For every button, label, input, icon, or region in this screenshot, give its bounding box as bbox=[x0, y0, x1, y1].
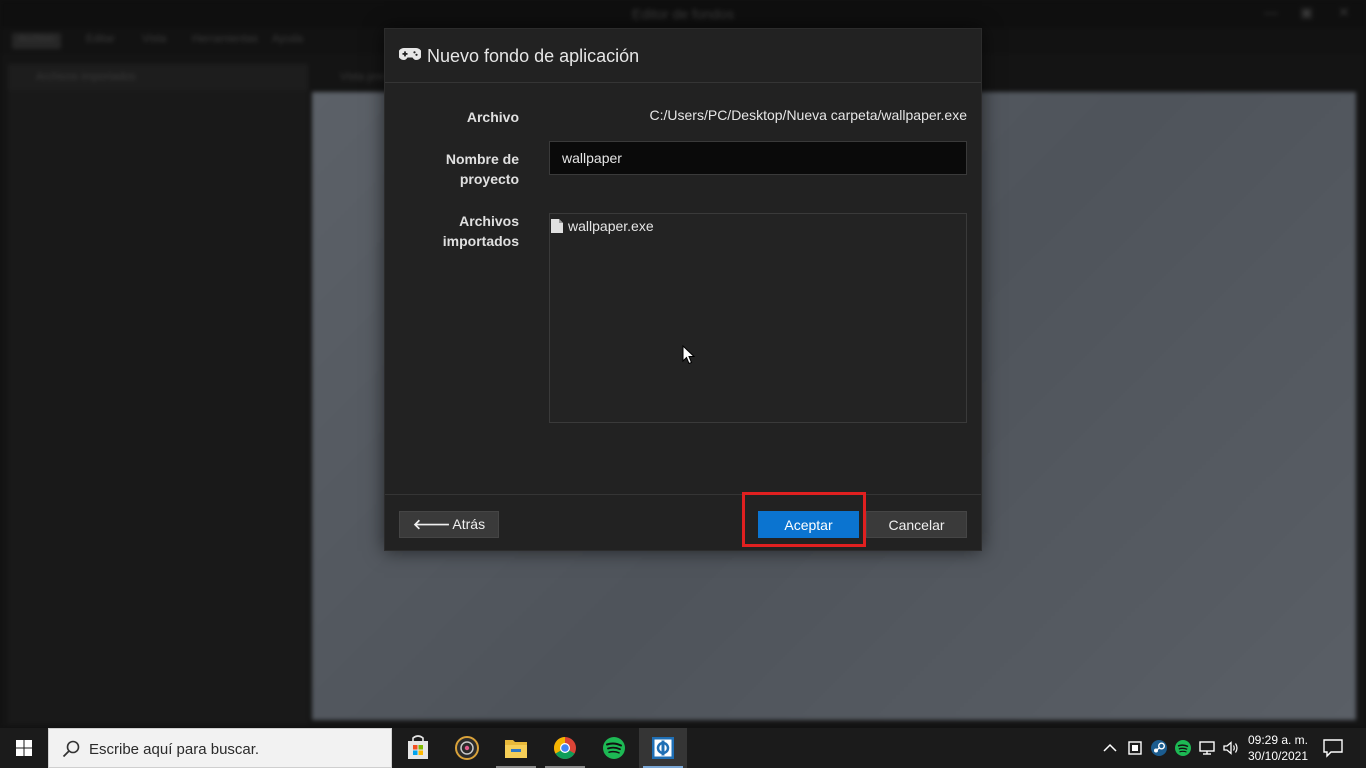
menu-item-archivo: Archivo bbox=[12, 33, 61, 49]
chrome-icon bbox=[554, 737, 576, 759]
arrow-left-icon: 🡐 bbox=[412, 516, 451, 532]
menu-item-editar: Editar bbox=[86, 33, 115, 45]
wallpaper-engine-icon bbox=[652, 737, 674, 759]
taskbar-clock[interactable]: 09:29 a. m. 30/10/2021 bbox=[1240, 732, 1316, 764]
minimize-icon: — bbox=[1264, 4, 1278, 20]
list-item[interactable]: wallpaper.exe bbox=[550, 216, 654, 236]
file-item-label: wallpaper.exe bbox=[568, 218, 654, 234]
tray-app-icon[interactable] bbox=[1126, 739, 1144, 757]
imported-files-list[interactable]: wallpaper.exe bbox=[549, 213, 967, 423]
imported-files-label: Archivos importados bbox=[442, 213, 519, 249]
dialog-footer: 🡐 Atrás Aceptar Cancelar bbox=[385, 494, 981, 550]
file-icon bbox=[551, 219, 563, 233]
gamepad-icon bbox=[399, 48, 421, 60]
menu-item-herramientas: Herramientas bbox=[192, 33, 259, 45]
menu-item-vista: Vista bbox=[142, 33, 167, 45]
media-player-icon bbox=[455, 736, 479, 760]
cancel-button[interactable]: Cancelar bbox=[866, 511, 967, 538]
clock-time: 09:29 a. m. bbox=[1247, 733, 1309, 747]
menu-item-ayuda: Ayuda bbox=[272, 33, 303, 45]
taskbar-app-media[interactable] bbox=[443, 728, 491, 768]
background-window-title: Editor de fondos bbox=[632, 6, 734, 22]
taskbar-search[interactable]: Escribe aquí para buscar. bbox=[48, 728, 392, 768]
background-sidebar-header: Archivos importados bbox=[8, 64, 308, 90]
spotify-tray-icon[interactable] bbox=[1174, 739, 1192, 757]
taskbar-app-store[interactable] bbox=[394, 728, 442, 768]
start-button[interactable] bbox=[0, 728, 48, 768]
new-app-wallpaper-dialog: Nuevo fondo de aplicación Archivo C:/Use… bbox=[384, 28, 982, 551]
show-hidden-icons-chevron-icon[interactable] bbox=[1101, 739, 1119, 757]
taskbar-app-explorer[interactable] bbox=[492, 728, 540, 768]
mouse-cursor-icon bbox=[682, 345, 695, 365]
microsoft-store-icon bbox=[408, 735, 428, 759]
back-button-label: Atrás bbox=[452, 516, 486, 532]
windows-logo-icon bbox=[16, 740, 32, 756]
network-icon[interactable] bbox=[1198, 739, 1216, 757]
spotify-icon bbox=[603, 737, 625, 759]
project-name-input[interactable] bbox=[549, 141, 967, 175]
accept-button[interactable]: Aceptar bbox=[758, 511, 859, 538]
file-explorer-icon bbox=[505, 740, 527, 758]
dialog-header: Nuevo fondo de aplicación bbox=[385, 29, 981, 83]
volume-icon[interactable] bbox=[1222, 739, 1240, 757]
close-icon: ✕ bbox=[1338, 4, 1350, 20]
file-label: Archivo bbox=[466, 109, 519, 125]
search-placeholder: Escribe aquí para buscar. bbox=[89, 741, 260, 758]
taskbar-app-chrome[interactable] bbox=[541, 728, 589, 768]
background-titlebar: Editor de fondos — ▣ ✕ bbox=[0, 0, 1366, 28]
taskbar-app-spotify[interactable] bbox=[590, 728, 638, 768]
taskbar-app-wallpaper-engine[interactable] bbox=[639, 728, 687, 768]
dialog-title: Nuevo fondo de aplicación bbox=[427, 46, 640, 66]
file-path-value: C:/Users/PC/Desktop/Nueva carpeta/wallpa… bbox=[649, 107, 967, 123]
background-sidebar bbox=[8, 64, 308, 724]
search-icon bbox=[62, 740, 80, 758]
steam-icon[interactable] bbox=[1150, 739, 1168, 757]
maximize-icon: ▣ bbox=[1300, 4, 1314, 20]
back-button[interactable]: 🡐 Atrás bbox=[399, 511, 499, 538]
notification-center-icon[interactable] bbox=[1322, 738, 1344, 758]
project-name-label: Nombre de proyecto bbox=[445, 151, 519, 187]
taskbar: Escribe aquí para buscar. 09:29 a. m. 30… bbox=[0, 728, 1366, 768]
clock-date: 30/10/2021 bbox=[1247, 749, 1309, 763]
